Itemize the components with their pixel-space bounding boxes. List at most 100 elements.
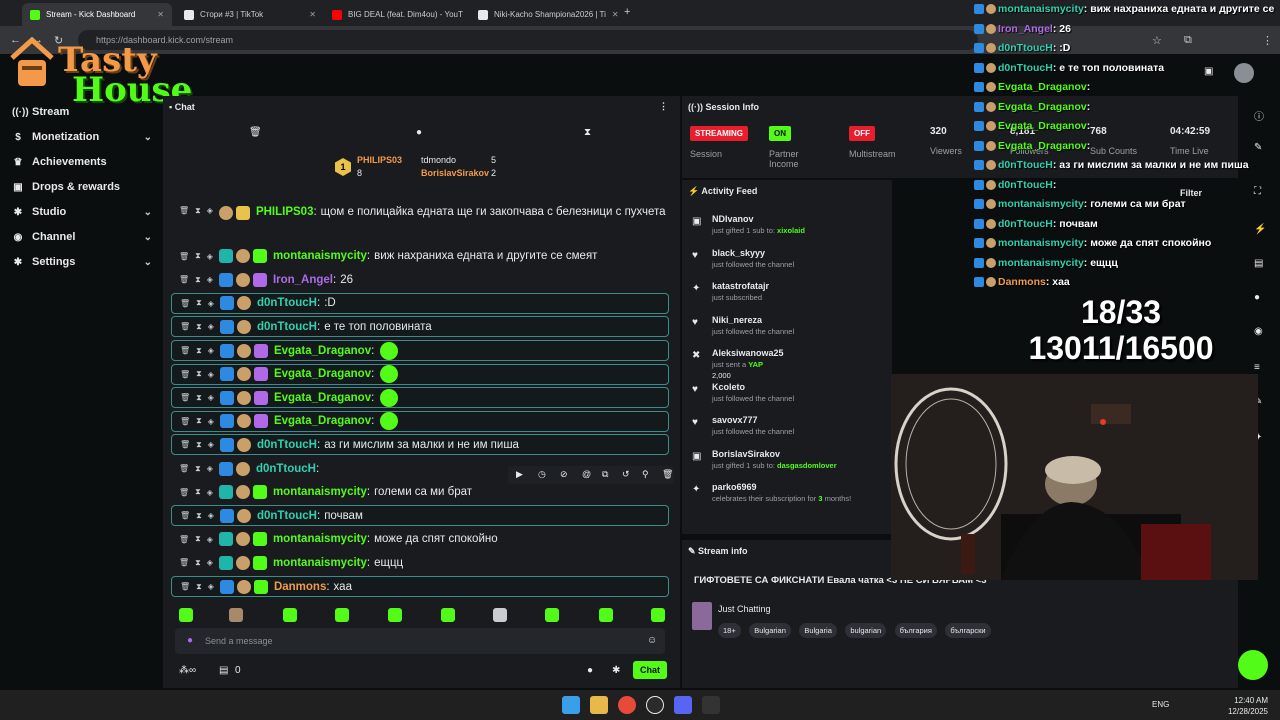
tag[interactable]: Bulgarian — [749, 623, 791, 638]
trash-icon[interactable]: 🗑 — [180, 417, 190, 426]
chat-message[interactable]: 🗑 ⧗ ◈ d0nTtoucH::D — [171, 292, 669, 314]
hourglass-icon[interactable]: ⧗ — [195, 206, 201, 216]
activity-item[interactable]: ♥ Niki_nereza just followed the channel — [692, 315, 892, 336]
bookmark-star-icon[interactable]: ☆ — [1152, 34, 1162, 47]
chat-username[interactable]: d0nTtoucH — [257, 439, 317, 451]
emote-icon[interactable] — [179, 608, 193, 622]
message-input[interactable]: Send a message — [175, 628, 665, 654]
emote-icon[interactable] — [283, 608, 297, 622]
hourglass-icon[interactable]: ⧗ — [196, 346, 202, 356]
stack-icon[interactable]: ≡ — [1254, 362, 1260, 373]
chat-message[interactable]: 🗑 ⧗ ◈ montanaismycity: ещцц — [171, 552, 669, 573]
windows-start-icon[interactable] — [562, 696, 580, 714]
hourglass-icon[interactable]: ⧗ — [195, 558, 201, 568]
activity-user[interactable]: BorislavSirakov — [712, 449, 892, 459]
trash-icon[interactable]: 🗑 — [179, 206, 189, 215]
shield-icon[interactable]: ◈ — [208, 299, 214, 308]
trash-icon[interactable]: 🗑 — [180, 393, 190, 402]
activity-user[interactable]: savovx777 — [712, 415, 892, 425]
emote-icon[interactable] — [388, 608, 402, 622]
new-tab-icon[interactable]: + — [624, 6, 630, 18]
tab-tiktok-niki[interactable]: Niki-Kacho Shampiona2026 | Ti ✕ — [470, 3, 618, 26]
activity-item[interactable]: ✦ parko6969 celebrates their subscription … — [692, 482, 892, 503]
hourglass-icon[interactable]: ⧗ — [196, 369, 202, 379]
sidebar-item-drops[interactable]: ▣ Drops & rewards — [12, 181, 152, 193]
play-icon[interactable]: ▶ — [516, 469, 523, 480]
video-icon[interactable]: ▣ — [1204, 66, 1213, 77]
trash-icon[interactable]: 🗑 — [249, 127, 262, 138]
emote-icon[interactable] — [599, 608, 613, 622]
hourglass-icon[interactable]: ⧗ — [195, 275, 201, 285]
support-button[interactable] — [1238, 650, 1268, 680]
chat-username[interactable]: Evgata_Draganov — [274, 415, 371, 427]
sidebar-item-studio[interactable]: ✱ Studio ⌄ — [12, 206, 152, 218]
chat-username[interactable]: Evgata_Draganov — [274, 368, 371, 380]
pencil-icon[interactable]: ✎ — [1254, 142, 1262, 153]
chat-message[interactable]: 🗑 ⧗ ◈ PHILIPS03: щом е полицайка едната ще г… — [171, 204, 669, 240]
eye-off-icon[interactable]: ⊘ — [560, 469, 568, 480]
url-field[interactable]: https://dashboard.kick.com/stream — [78, 30, 978, 50]
trash-icon[interactable]: 🗑 — [180, 299, 190, 308]
activity-item[interactable]: ▣ NDIvanov just gifted 1 sub to: xixolaid — [692, 214, 892, 235]
chat-message[interactable]: 🗑 ⧗ ◈ d0nTtoucH: е те топ половината — [171, 316, 669, 338]
info-icon[interactable]: ⓘ — [1254, 108, 1264, 123]
category-thumbnail[interactable] — [692, 602, 712, 630]
emote-icon[interactable] — [441, 608, 455, 622]
pin-icon[interactable]: ⚲ — [642, 469, 649, 480]
chat-message[interactable]: 🗑 ⧗ ◈ Evgata_Draganov: — [171, 340, 669, 361]
chat-username[interactable]: d0nTtoucH — [257, 321, 317, 333]
hourglass-icon[interactable]: ⧗ — [196, 393, 202, 403]
trash-icon[interactable]: 🗑 — [180, 440, 190, 449]
terminal-icon[interactable] — [702, 696, 720, 714]
cart-icon[interactable]: ▤ — [219, 665, 228, 676]
chat-message[interactable]: 🗑 ⧗ ◈ montanaismycity: големи са ми брат — [171, 482, 669, 503]
shield-icon[interactable]: ◈ — [207, 464, 213, 473]
clock-icon[interactable]: ◷ — [538, 469, 546, 480]
obs-icon[interactable] — [646, 696, 664, 714]
hourglass-icon[interactable]: ⧗ — [584, 127, 591, 138]
chevron-down-icon[interactable]: ⌄ — [144, 207, 152, 218]
trash-icon[interactable]: 🗑 — [180, 370, 190, 379]
emote-icon[interactable] — [493, 608, 507, 622]
trash-icon[interactable]: 🗑 — [179, 558, 189, 567]
close-tab-icon[interactable]: ✕ — [606, 10, 618, 19]
tab-tiktok[interactable]: Стори #3 | TikTok ✕ — [176, 3, 324, 26]
chevron-down-icon[interactable]: ⌄ — [144, 257, 152, 268]
hourglass-icon[interactable]: ⧗ — [196, 298, 202, 308]
system-clock[interactable]: 12:40 AM 12/28/2025 — [1228, 695, 1268, 717]
activity-item[interactable]: ✖ Aleksiwanowa25 just sent a YAP 2,000 — [692, 348, 892, 380]
leader-name[interactable]: PHILIPS03 — [357, 155, 402, 165]
language-indicator[interactable]: ENG — [1152, 700, 1169, 709]
chat-message[interactable]: 🗑 ⧗ ◈ Evgata_Draganov: — [171, 363, 669, 385]
list-icon[interactable]: ▤ — [1254, 258, 1263, 269]
activity-user[interactable]: katastrofatajr — [712, 281, 892, 291]
chat-message[interactable]: 🗑 ⧗ ◈ d0nTtoucH: почвам — [171, 505, 669, 527]
tag[interactable]: bulgarian — [845, 623, 887, 638]
chat-menu-icon[interactable]: ⋮ — [659, 101, 668, 112]
microphone-icon[interactable]: ● — [187, 635, 193, 646]
chat-username[interactable]: montanaismycity — [273, 486, 367, 498]
hourglass-icon[interactable]: ⧗ — [195, 487, 201, 497]
chevron-down-icon[interactable]: ⌄ — [144, 232, 152, 243]
shield-icon[interactable]: ◈ — [207, 488, 213, 497]
chat-bubble-icon[interactable]: ● — [416, 127, 422, 138]
hourglass-icon[interactable]: ⧗ — [195, 464, 201, 474]
chat-message[interactable]: 🗑 ⧗ ◈ Danmons: хаа — [171, 576, 669, 597]
tag[interactable]: Bulgaria — [799, 623, 837, 638]
mention-icon[interactable]: @ — [582, 469, 591, 479]
activity-item[interactable]: ✦ katastrofatajr just subscribed — [692, 281, 892, 302]
copy-icon[interactable]: ⧉ — [602, 469, 608, 480]
chat-icon[interactable]: ● — [1254, 292, 1260, 303]
trash-icon[interactable]: 🗑 — [179, 488, 189, 497]
trash-icon[interactable]: 🗑 — [179, 535, 189, 544]
emoji-icon[interactable]: ☺ — [647, 635, 657, 646]
chat-username[interactable]: d0nTtoucH — [256, 463, 316, 475]
chat-username[interactable]: Evgata_Draganov — [274, 345, 371, 357]
tag[interactable]: 18+ — [718, 623, 741, 638]
undo-icon[interactable]: ↺ — [622, 469, 630, 480]
emote-icon[interactable] — [229, 608, 243, 622]
filter-button[interactable]: Filter — [1180, 188, 1202, 198]
trash-icon[interactable]: 🗑 — [179, 275, 189, 284]
shield-icon[interactable]: ◈ — [208, 582, 214, 591]
users-icon[interactable]: ⁂∞ — [179, 665, 196, 676]
